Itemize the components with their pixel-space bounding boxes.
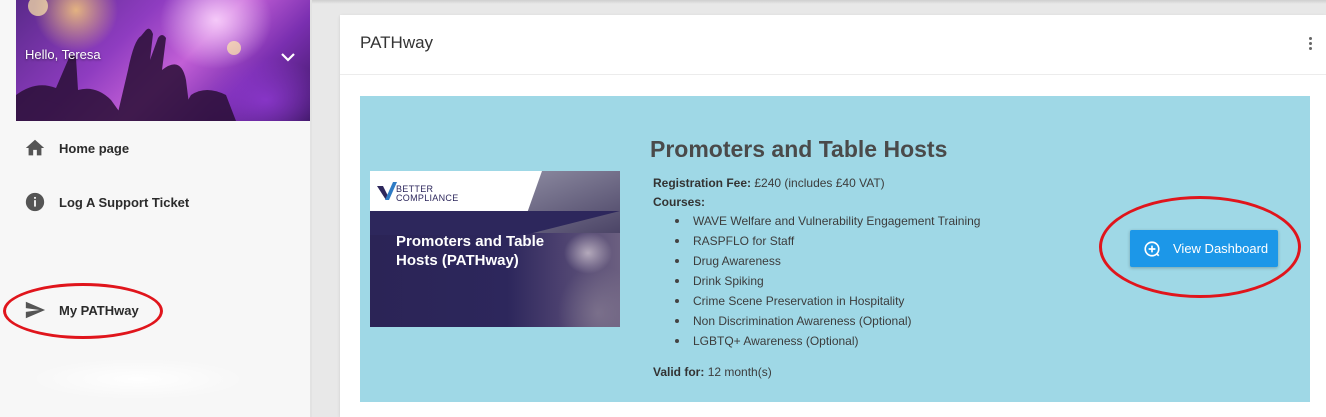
sidebar-item-label: Log A Support Ticket: [59, 194, 190, 210]
view-dashboard-label: View Dashboard: [1173, 241, 1269, 256]
registration-fee-value: £240 (includes £40 VAT): [754, 176, 885, 190]
course-list: WAVE Welfare and Vulnerability Engagemen…: [675, 214, 980, 354]
list-item: Drink Spiking: [675, 274, 980, 294]
list-item: Non Discrimination Awareness (Optional): [675, 314, 980, 334]
list-item: WAVE Welfare and Vulnerability Engagemen…: [675, 214, 980, 234]
add-circle-icon: [1144, 240, 1160, 257]
sidebar-item-log-support-ticket[interactable]: Log A Support Ticket: [16, 182, 310, 222]
pathway-title: Promoters and Table Hosts: [650, 136, 948, 162]
view-dashboard-button[interactable]: View Dashboard: [1130, 230, 1278, 267]
thumbnail-brand: BETTER COMPLIANCE: [396, 185, 459, 203]
send-icon: [23, 298, 47, 322]
profile-banner[interactable]: Hello, Teresa: [16, 0, 310, 121]
thumbnail-title: Promoters and Table Hosts (PATHway): [396, 233, 545, 269]
sidebar-item-label: Home page: [59, 140, 130, 156]
sidebar-item-my-pathway[interactable]: My PATHway: [16, 290, 310, 330]
pathway-panel: BETTER COMPLIANCE Promoters and Table Ho…: [360, 96, 1310, 402]
brand-line: COMPLIANCE: [396, 193, 459, 203]
list-item: LGBTQ+ Awareness (Optional): [675, 334, 980, 354]
redaction-smear: [28, 358, 248, 400]
page-title: PATHway: [360, 33, 434, 52]
more-options-icon[interactable]: [1300, 35, 1320, 55]
list-item: Drug Awareness: [675, 254, 980, 274]
card-header: PATHway: [340, 15, 1326, 75]
list-item: RASPFLO for Staff: [675, 234, 980, 254]
registration-fee: Registration Fee: £240 (includes £40 VAT…: [653, 176, 885, 190]
greeting-text: Hello, Teresa: [25, 47, 101, 62]
valid-for: Valid for: 12 month(s): [653, 365, 772, 379]
courses-label: Courses:: [653, 195, 706, 209]
sidebar-item-label: My PATHway: [59, 302, 139, 318]
better-compliance-logo: [377, 182, 397, 200]
sidebar-divider: [310, 0, 312, 417]
courses-heading: Courses:: [653, 195, 705, 209]
top-shadow: [312, 0, 1326, 4]
sidebar: Hello, Teresa Home page Log A Support Ti…: [0, 0, 312, 417]
valid-for-value: 12 month(s): [707, 365, 772, 379]
pathway-thumbnail: BETTER COMPLIANCE Promoters and Table Ho…: [370, 171, 620, 327]
sidebar-item-home-page[interactable]: Home page: [16, 128, 310, 168]
registration-fee-label: Registration Fee:: [653, 176, 752, 190]
info-icon: [23, 190, 47, 214]
home-icon: [23, 136, 47, 160]
list-item: Crime Scene Preservation in Hospitality: [675, 294, 980, 314]
valid-for-label: Valid for:: [653, 365, 705, 379]
chevron-down-icon[interactable]: [278, 50, 298, 66]
